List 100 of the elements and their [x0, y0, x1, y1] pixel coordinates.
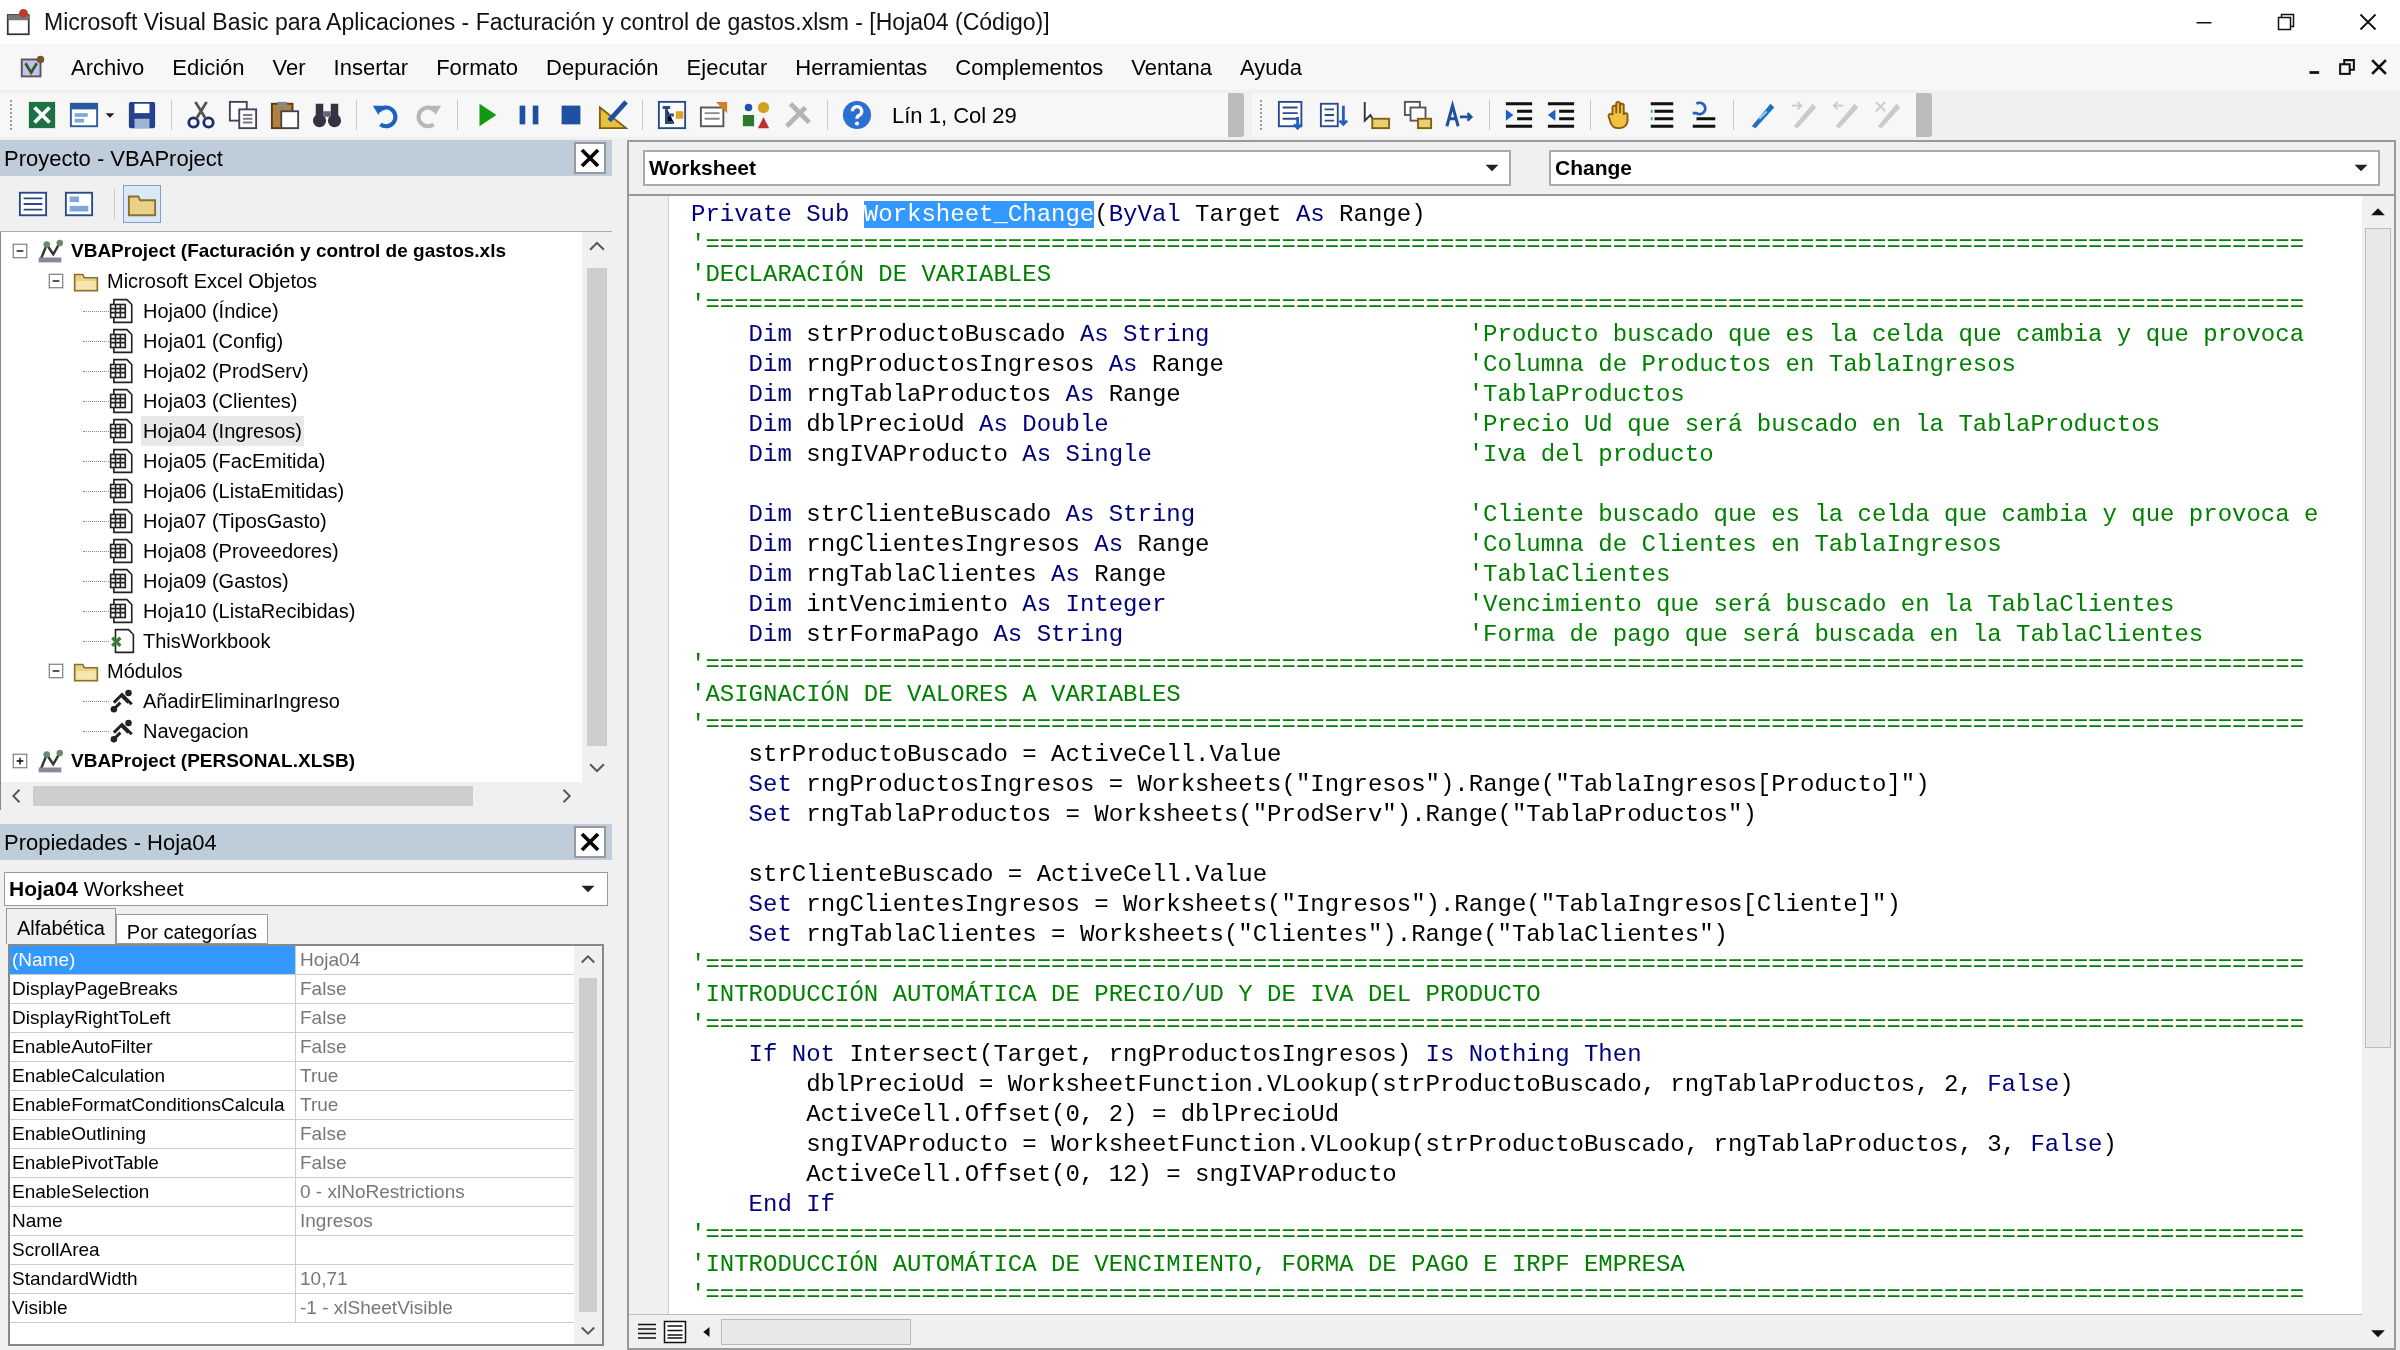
scissors-icon[interactable]: [186, 100, 216, 130]
collapse-icon[interactable]: [47, 662, 65, 680]
properties-card-icon[interactable]: [699, 100, 729, 130]
code-line: End If: [747, 1190, 836, 1220]
code-comment: 'Precio Ud que será buscado en la TablaProductos: [1468, 410, 2161, 440]
tree-item[interactable]: Hoja04 (Ingresos): [141, 416, 304, 446]
sheet-icon: [109, 508, 135, 534]
menu-item[interactable]: Formato: [425, 46, 530, 88]
expand-icon[interactable]: [11, 752, 29, 770]
property-name[interactable]: EnablePivotTable: [10, 1149, 296, 1177]
tree-item[interactable]: VBAProject (PERSONAL.XLSB): [69, 746, 357, 776]
property-value[interactable]: 10,71: [296, 1265, 348, 1293]
help-icon[interactable]: [842, 100, 872, 130]
property-value[interactable]: True: [296, 1091, 339, 1119]
property-value[interactable]: 0 - xlNoRestrictions: [296, 1178, 465, 1206]
property-value[interactable]: True: [296, 1062, 339, 1090]
property-value[interactable]: Ingresos: [296, 1207, 373, 1235]
menu-item[interactable]: Ventana: [1120, 46, 1224, 88]
property-name[interactable]: EnableAutoFilter: [10, 1033, 296, 1061]
restore-icon[interactable]: [2336, 56, 2358, 78]
menu-item[interactable]: Insertar: [322, 46, 420, 88]
tree-item[interactable]: Hoja10 (ListaRecibidas): [141, 596, 358, 626]
sheet-icon: [109, 598, 135, 624]
code-line: If Not Intersect(Target, rngProductosIngresos) Is Nothing Then: [747, 1040, 1642, 1070]
spreadsheet-icon[interactable]: [27, 100, 57, 130]
form-window-icon[interactable]: [69, 100, 99, 130]
menu-item[interactable]: Complementos: [944, 46, 1115, 88]
menu-item[interactable]: Depuración: [535, 46, 670, 88]
panel-title: Propiedades - Hoja04: [4, 828, 217, 857]
list-arrow-icon[interactable]: [1319, 100, 1349, 130]
code-comment: 'Columna de Clientes en TablaIngresos: [1468, 530, 2002, 560]
property-name[interactable]: Visible: [10, 1294, 296, 1322]
menu-item[interactable]: Edición: [161, 46, 256, 88]
tree-item[interactable]: Hoja06 (ListaEmitidas): [141, 476, 347, 506]
tree-item[interactable]: Hoja03 (Clientes): [141, 386, 300, 416]
property-name[interactable]: EnableSelection: [10, 1178, 296, 1206]
cards-pointer-icon[interactable]: [1403, 100, 1433, 130]
menu-item[interactable]: Archivo: [60, 46, 156, 88]
menu-item[interactable]: Ayuda: [1229, 46, 1314, 88]
property-name[interactable]: EnableCalculation: [10, 1062, 296, 1090]
sheet-icon: [109, 448, 135, 474]
property-name[interactable]: ScrollArea: [10, 1236, 296, 1264]
dropdown-value: Worksheet: [648, 155, 757, 182]
shapes-icon[interactable]: [741, 100, 771, 130]
code-comment: '===============================================================================================================: [691, 230, 2305, 260]
tree-item[interactable]: Hoja07 (TiposGasto): [141, 506, 329, 536]
ruler-pencil-icon[interactable]: [598, 100, 628, 130]
tab[interactable]: Por categorías: [115, 914, 268, 944]
collapse-icon[interactable]: [47, 272, 65, 290]
property-value[interactable]: False: [296, 975, 347, 1003]
procedure-dropdown[interactable]: Change: [1549, 150, 2380, 186]
scrollbar-thumb[interactable]: [721, 1318, 911, 1345]
property-value[interactable]: False: [296, 1120, 347, 1148]
object-dropdown[interactable]: Hoja04 Worksheet: [4, 872, 608, 906]
property-value[interactable]: False: [296, 1033, 347, 1061]
copy-icon[interactable]: [228, 100, 258, 130]
tree-item[interactable]: Hoja09 (Gastos): [141, 566, 291, 596]
tree-item[interactable]: ThisWorkbook: [141, 626, 273, 656]
tree-item[interactable]: Módulos: [105, 656, 185, 686]
indent-icon[interactable]: [1504, 100, 1534, 130]
tree-item[interactable]: Navegacion: [141, 716, 251, 746]
property-name[interactable]: EnableFormatConditionsCalcula: [10, 1091, 296, 1119]
property-value[interactable]: -1 - xlSheetVisible: [296, 1294, 453, 1322]
clipboard-icon[interactable]: [270, 100, 300, 130]
tree-window-icon[interactable]: [657, 100, 687, 130]
tree-item[interactable]: Hoja02 (ProdServ): [141, 356, 311, 386]
property-name[interactable]: DisplayRightToLeft: [10, 1004, 296, 1032]
property-value[interactable]: False: [296, 1004, 347, 1032]
sheet-icon: [109, 538, 135, 564]
property-name[interactable]: StandardWidth: [10, 1265, 296, 1293]
close-icon[interactable]: [574, 142, 606, 174]
pointer-card-icon[interactable]: [1361, 100, 1391, 130]
collapse-icon[interactable]: [11, 242, 29, 260]
sheet-icon: [109, 328, 135, 354]
sheet-icon: [109, 358, 135, 384]
close-icon[interactable]: [574, 826, 606, 858]
object-dropdown[interactable]: Worksheet: [643, 150, 1511, 186]
tree-item[interactable]: Hoja05 (FacEmitida): [141, 446, 328, 476]
outdent-icon[interactable]: [1546, 100, 1576, 130]
property-name[interactable]: EnableOutlining: [10, 1120, 296, 1148]
property-name[interactable]: DisplayPageBreaks: [10, 975, 296, 1003]
property-value[interactable]: Hoja04: [296, 946, 361, 974]
tree-item[interactable]: Hoja01 (Config): [141, 326, 286, 356]
property-name[interactable]: Name: [10, 1207, 296, 1235]
code-comment: 'INTRODUCCIÓN AUTOMÁTICA DE PRECIO/UD Y DE IVA DEL PRODUCTO: [691, 980, 1541, 1010]
property-value[interactable]: False: [296, 1149, 347, 1177]
window-title: Microsoft Visual Basic para Aplicaciones - Facturación y control de gastos.xlsm - [Hoja04 (Código)]: [44, 7, 1051, 37]
tree-item[interactable]: VBAProject (Facturación y control de gastos.xls: [69, 236, 508, 266]
menu-item[interactable]: Ejecutar: [675, 46, 779, 88]
code-comment: 'DECLARACIÓN DE VARIABLES: [691, 260, 1052, 290]
tab[interactable]: Alfabética: [6, 908, 116, 944]
full-module-view-icon[interactable]: [663, 1319, 687, 1344]
module-icon: [109, 718, 135, 744]
scrollbar[interactable]: [574, 946, 602, 1344]
tree-item[interactable]: Microsoft Excel Objetos: [105, 266, 320, 296]
menu-item[interactable]: Ver: [261, 46, 317, 88]
menu-item[interactable]: Herramientas: [784, 46, 939, 88]
tree-item[interactable]: Hoja08 (Proveedores): [141, 536, 341, 566]
tree-item[interactable]: AñadirEliminarIngreso: [141, 686, 342, 716]
tree-item[interactable]: Hoja00 (Índice): [141, 296, 281, 326]
